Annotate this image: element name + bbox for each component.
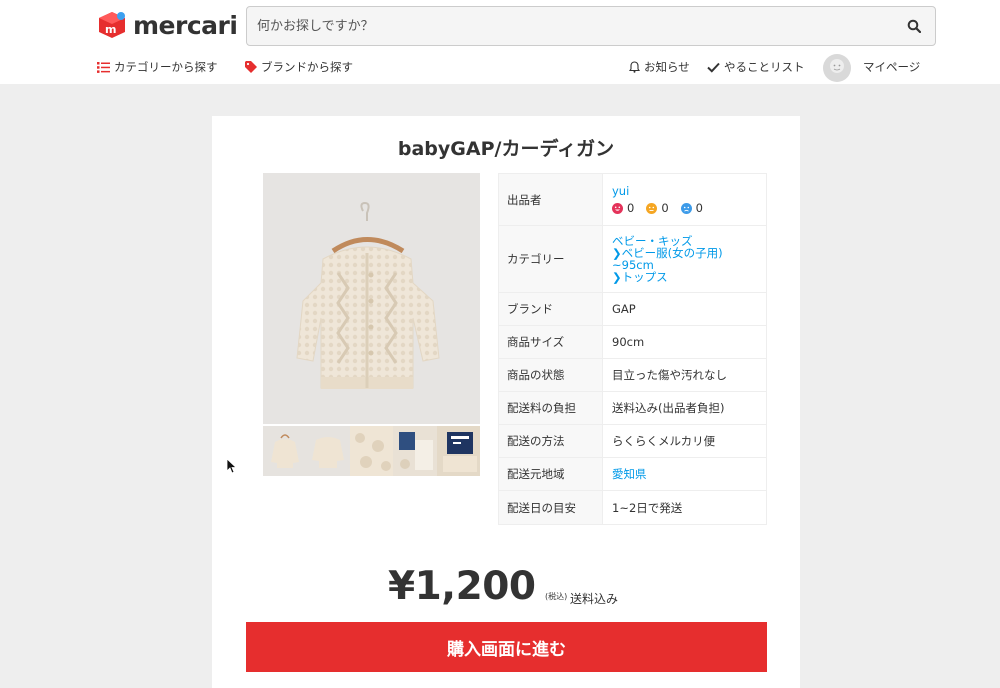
shipping-fee-value: 送料込み(出品者負担) [602, 391, 767, 425]
nav-todo-label: やることリスト [724, 60, 805, 74]
nav-mypage-label: マイページ [863, 60, 921, 74]
rating-bad-icon [680, 202, 692, 214]
site-header: m mercari カテゴリーから探す ブランドから探す [0, 0, 1000, 84]
detail-row-condition: 商品の状態 目立った傷や汚れなし [498, 358, 767, 392]
search-bar [246, 6, 936, 46]
rating-normal-count: 0 [661, 201, 669, 215]
detail-row-brand: ブランド GAP [498, 292, 767, 326]
user-avatar-icon [823, 54, 851, 82]
thumbnail-5[interactable] [436, 426, 480, 476]
nav-brand[interactable]: ブランドから探す [245, 59, 353, 75]
mercari-logo-icon: m [97, 10, 127, 40]
detail-label: 商品の状態 [498, 358, 603, 392]
detail-label: 配送元地域 [498, 457, 603, 491]
item-title: babyGAP/カーディガン [397, 138, 615, 160]
thumbnail-3[interactable] [349, 426, 394, 476]
nav-notifications[interactable]: お知らせ [629, 59, 690, 75]
detail-row-category: カテゴリー ベビー・キッズ ❯ベビー服(女の子用) ~95cm ❯トップス [498, 225, 767, 293]
item-detail-card: babyGAP/カーディガン 出品者 yui 0 0 0 カテゴリー ベビー・キ… [212, 116, 800, 688]
detail-label: 商品サイズ [498, 325, 603, 359]
search-input[interactable] [247, 7, 887, 45]
detail-label: 配送の方法 [498, 424, 603, 458]
detail-row-size: 商品サイズ 90cm [498, 325, 767, 359]
detail-row-seller: 出品者 yui 0 0 0 [498, 173, 767, 226]
detail-label: 配送料の負担 [498, 391, 603, 425]
category-level-3-label: トップス [621, 270, 668, 284]
list-icon [97, 61, 110, 73]
nav-mypage[interactable]: マイページ [863, 59, 920, 75]
bell-icon [629, 61, 640, 73]
nav-notifications-label: お知らせ [644, 60, 690, 74]
seller-name-link[interactable]: yui [612, 184, 766, 198]
detail-label: 配送日の目安 [498, 490, 603, 525]
nav-category[interactable]: カテゴリーから探す [97, 59, 218, 75]
detail-label: 出品者 [498, 173, 603, 226]
mouse-cursor-icon [226, 458, 238, 478]
ship-days-value: 1~2日で発送 [602, 490, 767, 525]
detail-row-ship-days: 配送日の目安 1~2日で発送 [498, 490, 767, 525]
item-details-table: 出品者 yui 0 0 0 カテゴリー ベビー・キッズ ❯ベビー服(女の子用) … [498, 173, 767, 525]
ship-from-link[interactable]: 愛知県 [612, 467, 647, 481]
chevron-right-icon: ❯ [612, 270, 622, 284]
detail-row-shipping-fee: 配送料の負担 送料込み(出品者負担) [498, 391, 767, 425]
logo-text: mercari [133, 10, 238, 40]
nav-category-label: カテゴリーから探す [114, 60, 218, 74]
shipping-included-note: 送料込み [570, 592, 619, 606]
rating-good-count: 0 [627, 201, 635, 215]
cardigan-photo [263, 173, 480, 424]
shipping-method-value: らくらくメルカリ便 [602, 424, 767, 458]
condition-value: 目立った傷や汚れなし [602, 358, 767, 392]
category-level-3-link[interactable]: ❯トップス [612, 271, 766, 283]
mercari-logo[interactable]: m mercari [97, 10, 238, 40]
detail-row-ship-from: 配送元地域 愛知県 [498, 457, 767, 491]
brand-value: GAP [602, 292, 767, 326]
rating-normal-icon [646, 202, 658, 214]
detail-label: カテゴリー [498, 225, 603, 293]
check-icon [707, 62, 720, 73]
main-item-photo[interactable] [263, 173, 480, 424]
detail-row-shipping-method: 配送の方法 らくらくメルカリ便 [498, 424, 767, 458]
tag-icon [245, 61, 257, 73]
photo-thumbnails [263, 426, 480, 476]
detail-label: ブランド [498, 292, 603, 326]
nav-brand-label: ブランドから探す [261, 60, 353, 74]
rating-bad-count: 0 [695, 201, 703, 215]
thumbnail-1[interactable] [263, 426, 307, 476]
svg-text:m: m [105, 23, 116, 36]
nav-todo[interactable]: やることリスト [707, 59, 805, 75]
buy-button[interactable]: 購入画面に進む [246, 622, 767, 672]
avatar[interactable] [823, 54, 851, 82]
rating-good-icon [612, 202, 623, 214]
item-price: ¥1,200 [388, 564, 536, 609]
seller-ratings: 0 0 0 [612, 201, 766, 215]
search-icon[interactable] [907, 18, 923, 34]
tax-note: (税込) [545, 592, 568, 601]
thumbnail-2[interactable] [306, 426, 350, 476]
thumbnail-4[interactable] [393, 426, 437, 476]
size-value: 90cm [602, 325, 767, 359]
